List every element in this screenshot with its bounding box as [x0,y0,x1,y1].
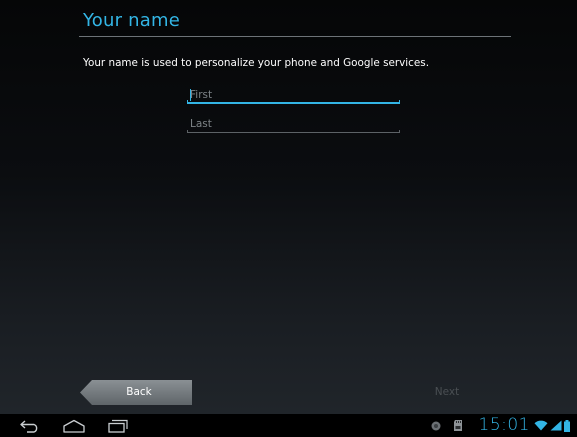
back-icon[interactable] [16,414,44,437]
home-icon[interactable] [60,414,88,437]
page-title: Your name [83,10,180,31]
system-navigation-bar: 15:01 [0,414,577,437]
sync-icon [425,414,447,437]
last-name-input[interactable] [187,115,400,132]
last-name-field[interactable] [187,115,400,133]
status-area[interactable]: 15:01 [425,414,572,437]
next-button[interactable]: Next [420,380,474,405]
first-name-field[interactable] [187,86,400,104]
title-divider [79,36,511,37]
description-text: Your name is used to personalize your ph… [83,57,430,69]
back-button[interactable]: Back [80,380,192,405]
field-edge-right [399,100,400,104]
first-name-input[interactable] [187,86,400,103]
setup-wizard-screen: Your name Your name is used to personali… [0,0,577,437]
recent-apps-icon[interactable] [104,414,132,437]
sd-card-icon [447,414,469,437]
field-edge-right [399,130,400,133]
wifi-icon [533,414,549,437]
clock: 15:01 [478,415,530,435]
battery-icon [563,414,571,437]
text-cursor [190,89,191,101]
signal-icon [549,414,563,437]
back-button-label: Back [126,386,152,398]
first-name-underline [187,102,400,104]
last-name-underline [187,132,400,133]
